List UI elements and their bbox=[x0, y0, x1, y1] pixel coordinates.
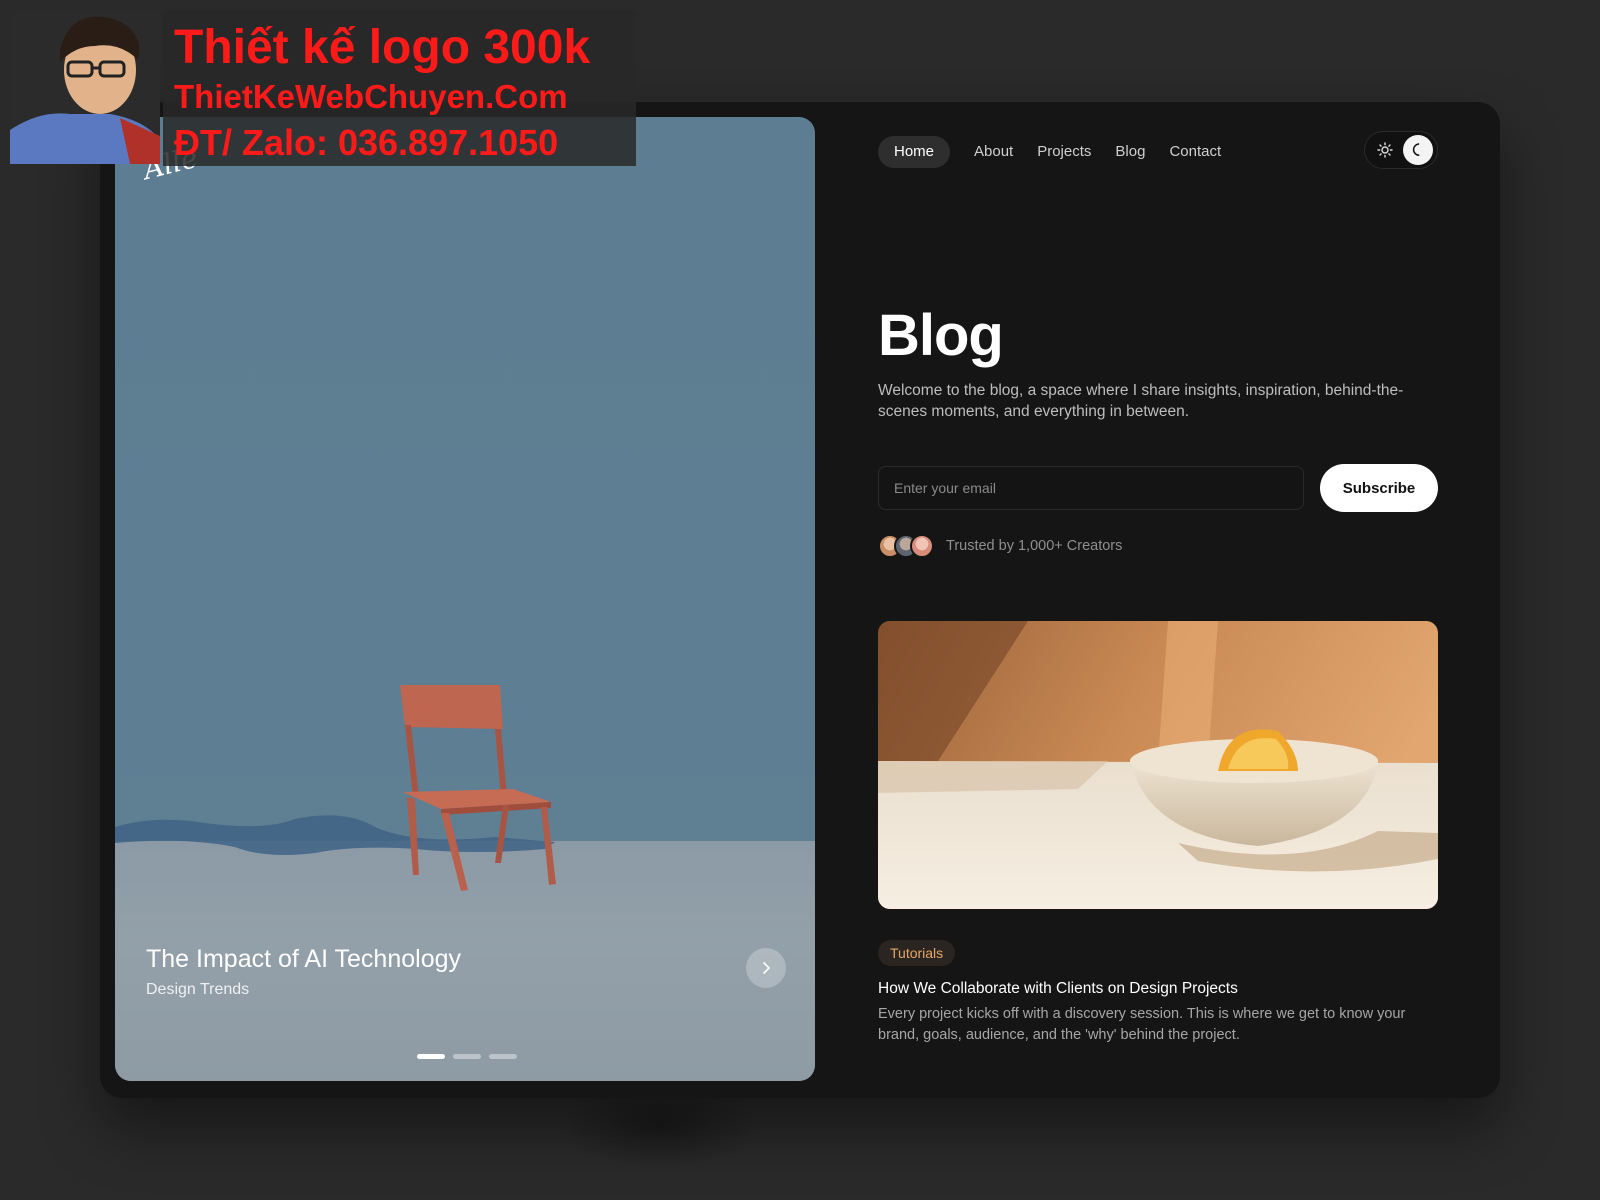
nav-item-about[interactable]: About bbox=[974, 136, 1013, 168]
category-tag[interactable]: Tutorials bbox=[878, 940, 956, 966]
hero-slider[interactable]: Alle The Impact of AI Technology Design … bbox=[115, 117, 815, 1081]
post-image[interactable] bbox=[878, 621, 1438, 909]
subscribe-button[interactable]: Subscribe bbox=[1320, 464, 1438, 512]
post-title[interactable]: How We Collaborate with Clients on Desig… bbox=[878, 980, 1238, 998]
chair-illustration bbox=[115, 685, 556, 891]
slider-dot-3[interactable] bbox=[489, 1054, 517, 1059]
hero-subtitle: Design Trends bbox=[146, 981, 250, 998]
email-field[interactable] bbox=[878, 466, 1304, 510]
nav-item-contact[interactable]: Contact bbox=[1169, 136, 1221, 168]
promo-headline: Thiết kế logo 300k bbox=[174, 21, 591, 74]
nav-item-projects[interactable]: Projects bbox=[1037, 136, 1091, 168]
avatar-group bbox=[878, 534, 934, 558]
person-photo-icon bbox=[10, 10, 160, 164]
sun-icon[interactable] bbox=[1377, 142, 1393, 158]
main-nav: Home About Projects Blog Contact bbox=[878, 136, 1245, 168]
promo-website: ThietKeWebChuyen.Com bbox=[174, 78, 568, 115]
next-slide-button[interactable] bbox=[746, 948, 786, 988]
theme-toggle[interactable] bbox=[1364, 131, 1438, 169]
site-frame: Alle The Impact of AI Technology Design … bbox=[100, 102, 1500, 1098]
hero-title: The Impact of AI Technology bbox=[146, 945, 462, 973]
chevron-right-icon bbox=[763, 962, 771, 974]
page-description: Welcome to the blog, a space where I sha… bbox=[878, 382, 1404, 420]
page-title: Blog bbox=[878, 303, 1004, 368]
moon-button[interactable] bbox=[1403, 135, 1433, 165]
nav-item-blog[interactable]: Blog bbox=[1115, 136, 1145, 168]
slider-dot-2[interactable] bbox=[453, 1054, 481, 1059]
promo-phone: ĐT/ Zalo: 036.897.1050 bbox=[174, 122, 559, 163]
moon-icon bbox=[1412, 143, 1420, 157]
promo-avatar bbox=[10, 10, 160, 164]
nav-item-home[interactable]: Home bbox=[878, 136, 951, 168]
trusted-text: Trusted by 1,000+ Creators bbox=[946, 538, 1123, 554]
slider-dots bbox=[417, 1054, 517, 1059]
avatar bbox=[910, 534, 934, 558]
trust-badge: Trusted by 1,000+ Creators bbox=[878, 534, 1122, 558]
post-excerpt: Every project kicks off with a discovery… bbox=[878, 1006, 1406, 1043]
bowl-illustration bbox=[878, 621, 1438, 909]
slider-dot-1[interactable] bbox=[417, 1054, 445, 1059]
